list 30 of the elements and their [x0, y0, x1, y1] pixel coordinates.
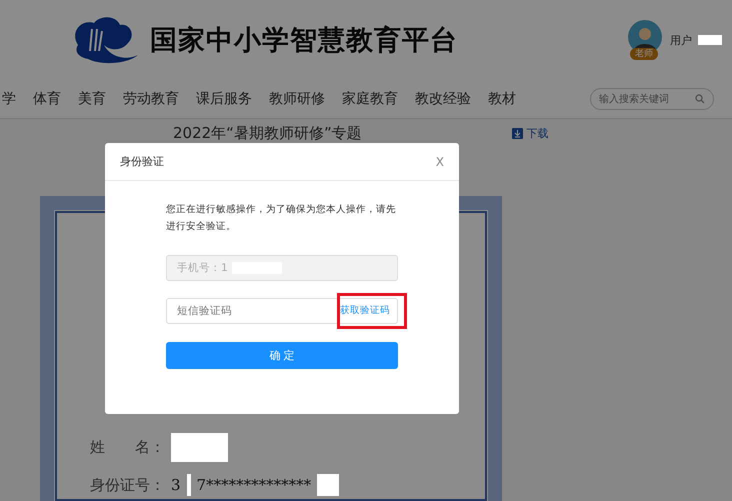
- nav-item[interactable]: 体育: [33, 90, 61, 108]
- redaction-box: [186, 474, 191, 496]
- nav-item[interactable]: 家庭教育: [342, 90, 398, 108]
- nav-item[interactable]: 教改经验: [415, 90, 471, 108]
- nav-item[interactable]: 劳动教育: [123, 90, 179, 108]
- confirm-button[interactable]: 确 定: [166, 342, 398, 369]
- nav-item[interactable]: 教师研修: [269, 90, 325, 108]
- download-link[interactable]: 下载: [512, 124, 549, 143]
- role-badge: 老师: [630, 48, 658, 60]
- get-code-link[interactable]: 获取验证码: [340, 304, 390, 317]
- redaction-box: [171, 433, 228, 462]
- field-label: 身份证号：: [90, 476, 165, 494]
- nav-item[interactable]: 教材: [488, 90, 516, 108]
- page-title: 2022年“暑期教师研修”专题: [173, 124, 362, 143]
- nav-item[interactable]: 课后服务: [196, 90, 252, 108]
- search-field[interactable]: 输入搜索关键词: [590, 88, 714, 110]
- field-label: 姓 名：: [90, 438, 165, 457]
- close-button[interactable]: X: [436, 154, 444, 168]
- redaction-box: [698, 35, 722, 45]
- user-name[interactable]: 用户: [670, 32, 692, 48]
- dialog-title: 身份验证: [120, 154, 164, 169]
- site-title: 国家中小学智慧教育平台: [150, 24, 458, 58]
- download-icon: [512, 128, 523, 139]
- message-text: 您正在进行敏感操作，为了确保为您本人操作，请先进行安全验证。: [166, 203, 397, 234]
- id-number: 3: [171, 476, 181, 494]
- nav-item[interactable]: 学: [2, 90, 16, 108]
- search-icon[interactable]: [695, 94, 705, 104]
- redaction-box: [317, 474, 340, 496]
- nav-item[interactable]: 美育: [78, 90, 106, 108]
- id-number: 7**************: [196, 476, 312, 494]
